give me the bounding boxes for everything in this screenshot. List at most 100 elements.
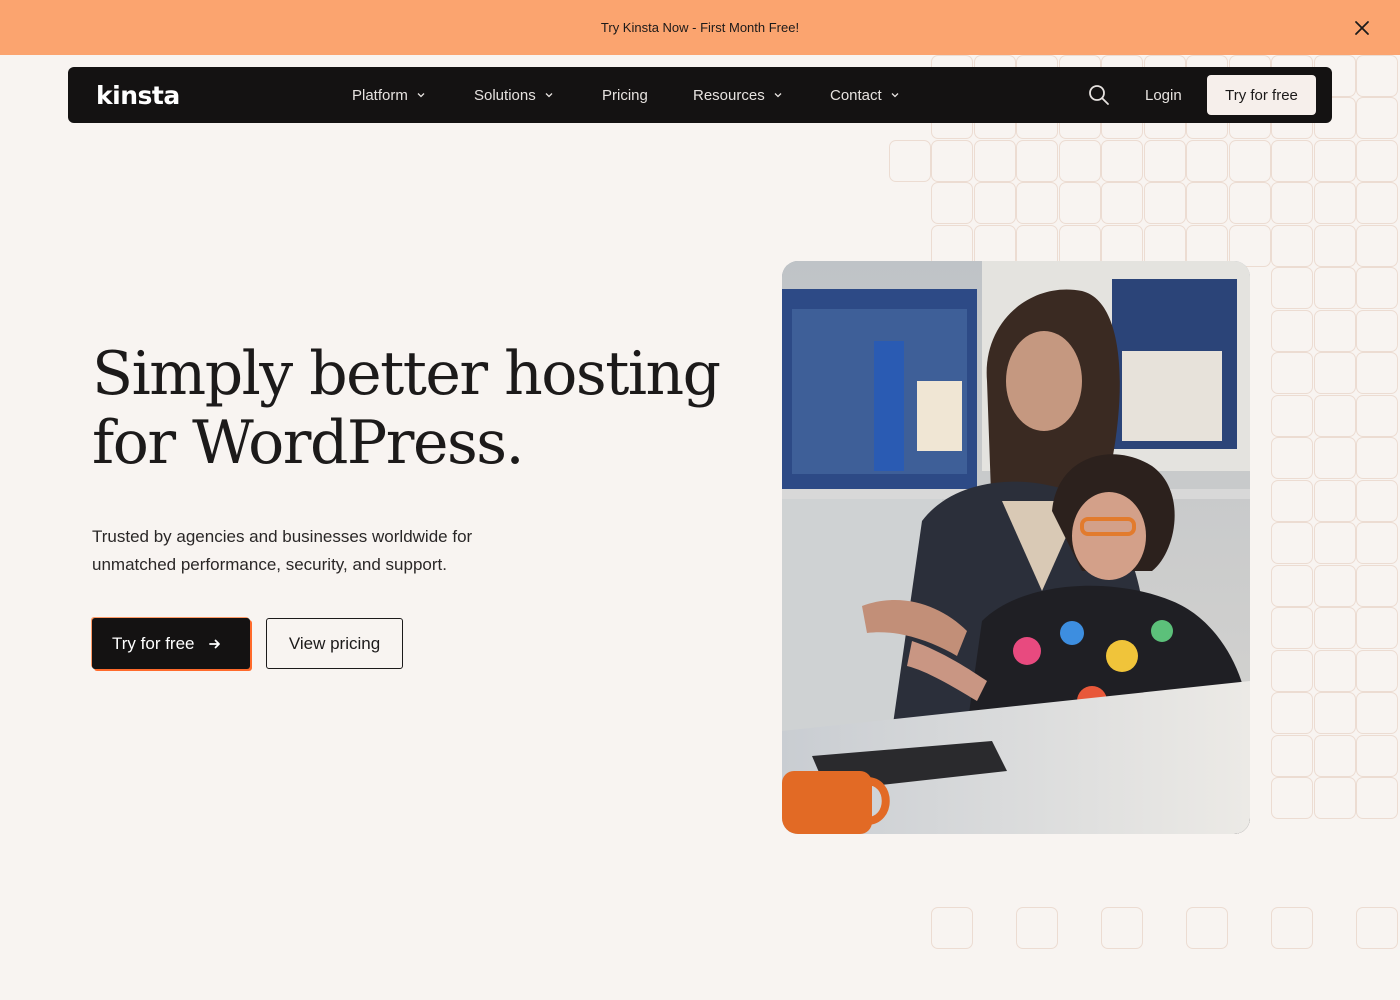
grid-cell [1016,182,1058,224]
grid-cell [1101,907,1143,949]
grid-cell [1314,650,1356,692]
close-icon[interactable] [1352,18,1372,38]
navbar: kinsta Platform Solutions Pricing Resour… [68,67,1332,123]
grid-cell [1356,182,1398,224]
grid-cell [1356,907,1398,949]
grid-cell [974,182,1016,224]
grid-cell [1356,777,1398,819]
grid-cell [1314,267,1356,309]
announcement-bar: Try Kinsta Now - First Month Free! [0,0,1400,55]
grid-cell [1144,140,1186,182]
grid-cell [1356,565,1398,607]
nav-item-label: Resources [693,86,765,104]
nav-item-label: Solutions [474,86,536,104]
grid-cell [1271,607,1313,649]
chevron-down-icon [774,93,782,98]
grid-cell [1186,182,1228,224]
grid-cell [1356,480,1398,522]
grid-cell [931,907,973,949]
grid-cell [1271,267,1313,309]
grid-cell [1101,140,1143,182]
nav-try-free-button[interactable]: Try for free [1207,75,1316,115]
grid-cell [1356,522,1398,564]
grid-cell [974,140,1016,182]
grid-cell [1271,565,1313,607]
search-icon[interactable] [1088,84,1110,106]
grid-cell [1356,692,1398,734]
grid-cell [1271,650,1313,692]
grid-cell [1271,480,1313,522]
grid-cell [1186,140,1228,182]
grid-cell [1356,437,1398,479]
grid-cell [1271,692,1313,734]
grid-cell [1271,907,1313,949]
grid-cell [1356,395,1398,437]
grid-cell [889,140,931,182]
grid-cell [1314,735,1356,777]
nav-item-resources[interactable]: Resources [693,67,783,123]
grid-cell [1314,182,1356,224]
grid-cell [1271,182,1313,224]
hero-title-line: for WordPress. [92,408,525,478]
hero-title: Simply better hosting for WordPress. [92,340,732,478]
grid-cell [1059,140,1101,182]
button-label: Try for free [112,633,195,653]
grid-cell [1016,907,1058,949]
grid-cell [1314,777,1356,819]
grid-cell [1271,310,1313,352]
grid-cell [1314,352,1356,394]
nav-item-contact[interactable]: Contact [830,67,900,123]
grid-cell [1314,437,1356,479]
nav-item-solutions[interactable]: Solutions [474,67,554,123]
page: Try Kinsta Now - First Month Free! kinst… [0,0,1400,1000]
view-pricing-button[interactable]: View pricing [266,618,403,669]
kinsta-logo[interactable]: kinsta [96,81,180,110]
grid-cell [931,140,973,182]
grid-cell [1356,140,1398,182]
grid-cell [1229,140,1271,182]
grid-cell [1356,267,1398,309]
grid-cell [1271,522,1313,564]
hero-title-line: Simply better hosting [92,339,721,409]
grid-cell [1356,97,1398,139]
grid-cell [1356,225,1398,267]
grid-cell [1356,650,1398,692]
grid-cell [1271,395,1313,437]
grid-cell [1016,140,1058,182]
grid-cell [1271,735,1313,777]
grid-cell [1186,907,1228,949]
grid-cell [931,182,973,224]
grid-cell [1314,225,1356,267]
grid-cell [1101,182,1143,224]
grid-cell [1271,352,1313,394]
chevron-down-icon [417,93,425,98]
try-for-free-button[interactable]: Try for free [92,618,250,669]
grid-cell [1356,735,1398,777]
nav-item-label: Platform [352,86,408,104]
grid-cell [1271,140,1313,182]
grid-cell [1144,182,1186,224]
grid-cell [1314,565,1356,607]
arrow-right-icon [208,639,220,648]
nav-item-label: Pricing [602,86,648,104]
grid-cell [1356,607,1398,649]
grid-cell [1314,692,1356,734]
grid-cell [1314,480,1356,522]
grid-cell [1314,607,1356,649]
announcement-link[interactable]: Try Kinsta Now - First Month Free! [601,20,799,35]
hero-image [782,261,1250,834]
login-link[interactable]: Login [1145,67,1182,123]
grid-cell [1314,395,1356,437]
grid-cell [1271,777,1313,819]
grid-cell [1314,140,1356,182]
grid-cell [1271,437,1313,479]
grid-cell [1314,522,1356,564]
nav-item-platform[interactable]: Platform [352,67,426,123]
grid-cell [1059,182,1101,224]
chevron-down-icon [545,93,553,98]
nav-item-pricing[interactable]: Pricing [602,67,648,123]
grid-cell [1356,352,1398,394]
chevron-down-icon [891,93,899,98]
grid-cell [1356,310,1398,352]
nav-item-label: Contact [830,86,882,104]
